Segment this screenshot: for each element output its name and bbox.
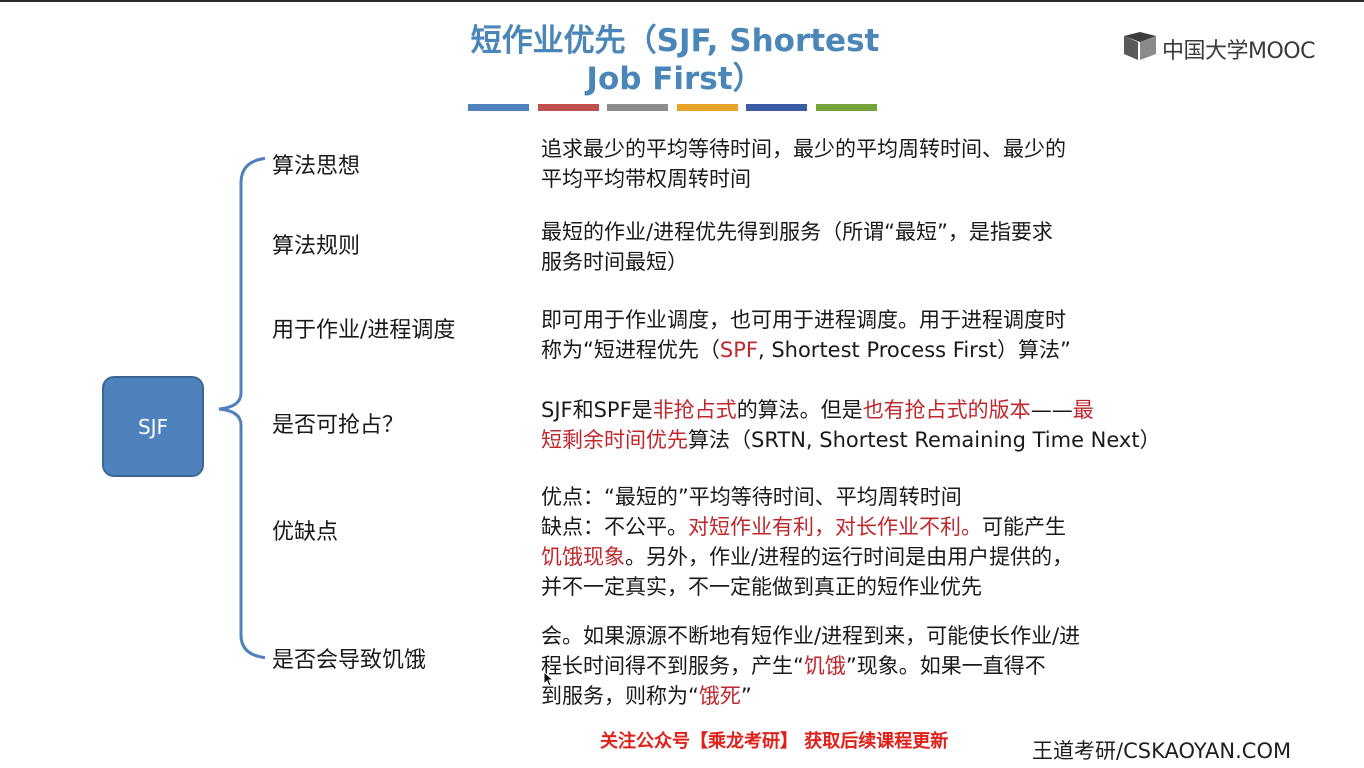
row-label: 用于作业/进程调度	[272, 318, 456, 343]
row-label: 算法规则	[272, 234, 361, 259]
row-description: 会。如果源源不断地有短作业/进程到来，可能使长作业/进 程长时间得不到服务，产生“…	[541, 621, 1080, 711]
mooc-logo-text: 中国大学MOOC	[1162, 39, 1315, 64]
text-segment: 会。如果源源不断地有短作业/进程到来，可能使长作业/进	[541, 624, 1081, 648]
title-color-bar	[607, 104, 668, 111]
row-description: SJF和SPF是非抢占式的算法。但是也有抢占式的版本——最 短剩余时间优先算法（S…	[541, 395, 1161, 455]
highlight-text: 也有抢占式的版本	[862, 398, 1031, 422]
description-line: 缺点：不公平。对短作业有利，对长作业不利。可能产生	[541, 512, 1073, 542]
mouse-cursor-icon	[543, 671, 553, 687]
highlight-text: 饥饿	[803, 654, 846, 678]
sjf-center-node: SJF	[102, 376, 204, 477]
text-segment: 可能产生	[982, 515, 1066, 539]
top-border-line	[0, 0, 1364, 2]
text-segment: ”	[740, 684, 752, 708]
description-line: 平均平均带权周转时间	[541, 164, 1066, 194]
description-line: 会。如果源源不断地有短作业/进程到来，可能使长作业/进	[541, 621, 1080, 651]
text-segment: 最短的作业/进程优先得到服务（所谓“最短”，是指要求	[541, 220, 1053, 244]
row-label: 是否会导致饥饿	[272, 648, 427, 673]
highlight-text: 饥饿现象	[541, 545, 625, 569]
text-segment: 并不一定真实，不一定能做到真正的短作业优先	[541, 575, 982, 599]
description-line: 最短的作业/进程优先得到服务（所谓“最短”，是指要求	[541, 217, 1053, 247]
slide-title-line-2: Job First）	[586, 61, 764, 97]
description-line: 到服务，则称为“饿死”	[541, 681, 1080, 711]
text-segment: 算法（SRTN, Shortest Remaining Time Next）	[688, 428, 1161, 452]
text-segment: ——	[1030, 398, 1073, 422]
slide-title: 短作业优先（SJF, Shortest Job First）	[440, 22, 910, 98]
highlight-text: 饿死	[698, 684, 741, 708]
title-color-bar	[815, 104, 877, 111]
text-segment: 程长时间得不到服务，产生“	[541, 654, 804, 678]
description-line: 即可用于作业调度，也可用于进程调度。用于进程调度时	[541, 305, 1071, 335]
row-description: 即可用于作业调度，也可用于进程调度。用于进程调度时 称为“短进程优先（SPF, S…	[541, 305, 1071, 365]
description-line: 优点：“最短的”平均等待时间、平均周转时间	[541, 482, 1073, 512]
text-segment: 即可用于作业调度，也可用于进程调度。用于进程调度时	[541, 308, 1066, 332]
title-color-bar	[537, 104, 599, 111]
description-line: 短剩余时间优先算法（SRTN, Shortest Remaining Time …	[541, 425, 1161, 455]
row-description: 最短的作业/进程优先得到服务（所谓“最短”，是指要求 服务时间最短）	[541, 217, 1053, 277]
description-line: 并不一定真实，不一定能做到真正的短作业优先	[541, 572, 1073, 602]
highlight-text: 最	[1072, 398, 1094, 422]
footer-site: 王道考研/CSKAOYAN.COM	[1032, 739, 1292, 763]
highlight-text: 短剩余时间优先	[541, 428, 688, 452]
text-segment: 缺点：不公平。	[541, 515, 688, 539]
title-color-bar	[746, 104, 807, 111]
description-line: 饥饿现象。另外，作业/进程的运行时间是由用户提供的，	[541, 542, 1073, 572]
footer-promo: 关注公众号【乘龙考研】 获取后续课程更新	[600, 731, 949, 752]
text-segment: 。另外，作业/进程的运行时间是由用户提供的，	[625, 545, 1074, 569]
row-label: 算法思想	[272, 154, 361, 179]
text-segment: , Shortest Process First）算法”	[757, 338, 1071, 362]
text-segment: 优点：“最短的”平均等待时间、平均周转时间	[541, 485, 962, 509]
highlight-text: 对短作业有利，对长作业不利。	[688, 515, 982, 539]
text-segment: 服务时间最短）	[541, 250, 688, 274]
slide-title-line-1: 短作业优先（SJF, Shortest	[470, 23, 880, 59]
curly-brace	[218, 156, 265, 660]
row-description: 优点：“最短的”平均等待时间、平均周转时间 缺点：不公平。对短作业有利，对长作业不…	[541, 482, 1073, 602]
description-line: 追求最少的平均等待时间，最少的平均周转时间、最少的	[541, 134, 1066, 164]
row-label: 是否可抢占？	[272, 413, 405, 438]
title-color-bar	[468, 104, 529, 111]
description-line: SJF和SPF是非抢占式的算法。但是也有抢占式的版本——最	[541, 395, 1161, 425]
text-segment: 平均平均带权周转时间	[541, 167, 751, 191]
text-segment: SJF和SPF是	[541, 398, 653, 422]
highlight-text: 非抢占式	[652, 398, 737, 422]
row-label: 优缺点	[272, 520, 339, 545]
text-segment: 追求最少的平均等待时间，最少的平均周转时间、最少的	[541, 137, 1066, 161]
text-segment: 的算法。但是	[736, 398, 863, 422]
title-color-bar	[676, 104, 738, 111]
text-segment: 称为“短进程优先（	[541, 338, 720, 362]
text-segment: ”现象。如果一直得不	[845, 654, 1046, 678]
text-segment: 到服务，则称为“	[541, 684, 699, 708]
description-line: 称为“短进程优先（SPF, Shortest Process First）算法”	[541, 335, 1071, 365]
mooc-logo-icon	[1124, 32, 1156, 60]
description-line: 服务时间最短）	[541, 247, 1053, 277]
description-line: 程长时间得不到服务，产生“饥饿”现象。如果一直得不	[541, 651, 1080, 681]
highlight-text: SPF	[719, 338, 758, 362]
row-description: 追求最少的平均等待时间，最少的平均周转时间、最少的 平均平均带权周转时间	[541, 134, 1066, 194]
